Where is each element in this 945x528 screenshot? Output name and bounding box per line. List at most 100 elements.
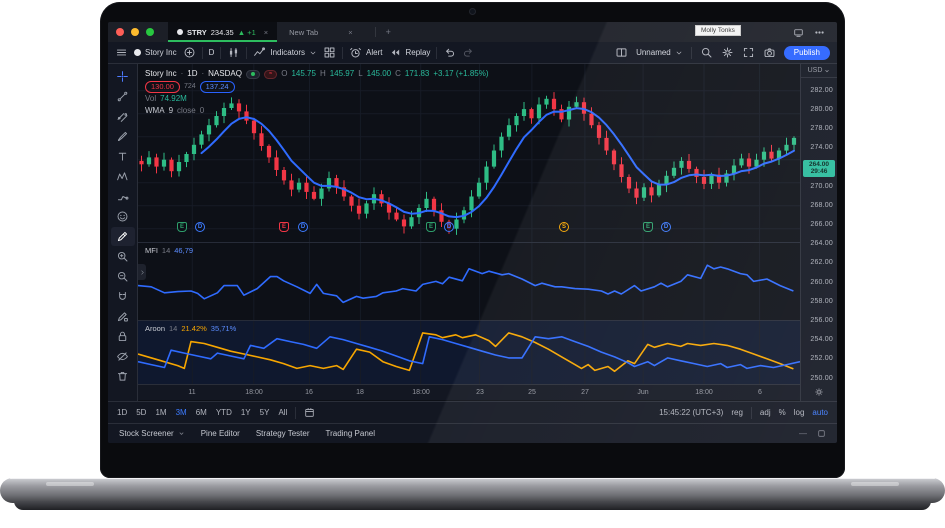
remove-drawings-tool[interactable] — [111, 367, 135, 386]
tab-stry[interactable]: STRY 234.35 ▲ +1 × — [168, 22, 278, 42]
emoji-tool[interactable] — [111, 207, 135, 226]
text-tool[interactable] — [111, 147, 135, 166]
aroon-legend[interactable]: Aroon 14 21.42% 35,71% — [145, 324, 236, 333]
trendline-tool[interactable] — [111, 87, 135, 106]
split-badge[interactable]: S — [559, 222, 569, 232]
stock-screener-button[interactable]: Stock Screener — [119, 429, 185, 438]
earnings-badge[interactable]: E — [643, 222, 653, 232]
price-level-high[interactable]: 137.24 — [199, 81, 235, 93]
channel-tool[interactable] — [111, 107, 135, 126]
dividend-badge[interactable]: D — [444, 222, 454, 232]
range-1y-button[interactable]: 1Y — [241, 408, 251, 417]
xabcd-pattern-tool[interactable] — [111, 167, 135, 186]
go-to-date-icon[interactable] — [304, 407, 315, 418]
publish-button[interactable]: Publish — [783, 45, 830, 60]
wma-label[interactable]: WMA — [145, 105, 165, 117]
tab-close-icon[interactable]: × — [264, 28, 268, 37]
mfi-panel[interactable]: MFI 14 46,79 — [138, 242, 800, 320]
aroon-panel[interactable]: Aroon 14 21.42% 35,71% — [138, 320, 800, 384]
maximize-window-button[interactable] — [146, 28, 154, 36]
clock[interactable]: 15:45:22 (UTC+3) — [659, 408, 723, 417]
dividend-badge[interactable]: D — [298, 222, 308, 232]
tab-new-tab[interactable]: New Tab × — [277, 28, 364, 37]
pine-editor-button[interactable]: Pine Editor — [201, 429, 240, 438]
range-5y-button[interactable]: 5Y — [260, 408, 270, 417]
user-name-tooltip: Molly Tonks — [695, 25, 741, 36]
alert-button[interactable]: Alert — [349, 46, 383, 59]
adjust-toggle[interactable]: adj — [760, 408, 771, 417]
percent-scale-toggle[interactable]: % — [779, 408, 786, 417]
menu-icon[interactable] — [115, 46, 128, 59]
range-3m-button[interactable]: 3M — [176, 408, 187, 417]
range-ytd-button[interactable]: YTD — [216, 408, 232, 417]
axis-settings-gear-icon[interactable] — [814, 387, 824, 399]
forecast-tool[interactable] — [111, 187, 135, 206]
auto-scale-toggle[interactable]: auto — [812, 408, 828, 417]
settings-gear-icon[interactable] — [721, 46, 734, 59]
indicator-templates-icon[interactable] — [323, 46, 336, 59]
earnings-badge[interactable]: E — [177, 222, 187, 232]
legend-symbol[interactable]: Story Inc — [145, 68, 177, 80]
earnings-miss-badge[interactable]: E — [279, 222, 289, 232]
magnet-tool[interactable] — [111, 287, 135, 306]
trading-panel-button[interactable]: Trading Panel — [326, 429, 376, 438]
price-axis[interactable]: USD 282.00 280.00 278.00 274.00 270.00 268.00… — [800, 64, 837, 401]
compare-add-icon[interactable] — [183, 46, 196, 59]
layout-name-button[interactable]: Unnamed — [636, 48, 683, 57]
redo-icon[interactable] — [462, 46, 475, 59]
more-options-icon[interactable] — [814, 27, 825, 38]
crosshair-tool[interactable] — [111, 67, 135, 86]
new-tab-button[interactable]: + — [386, 27, 391, 37]
time-axis[interactable]: 11 18:00 16 18 18:00 23 25 27 Jun 18:00 6 — [138, 384, 800, 400]
indicators-label: Indicators — [270, 48, 306, 57]
replay-button[interactable]: Replay — [389, 46, 430, 59]
price-panel[interactable]: Story Inc · 1D · NASDAQ ≈ O 145.75 H 145.9… — [138, 64, 800, 242]
dividend-badge[interactable]: D — [661, 222, 671, 232]
measure-tool[interactable] — [110, 227, 135, 246]
drawing-mode-tool[interactable] — [111, 307, 135, 326]
zoom-out-tool[interactable] — [111, 267, 135, 286]
tab-close-icon[interactable]: × — [348, 28, 352, 37]
time-tick: 18:00 — [412, 388, 430, 396]
fullscreen-icon[interactable] — [742, 46, 755, 59]
minimize-panel-icon[interactable]: — — [799, 429, 807, 438]
mfi-plot[interactable] — [138, 243, 800, 320]
close-window-button[interactable] — [116, 28, 124, 36]
session-label[interactable]: reg — [731, 408, 743, 417]
log-scale-toggle[interactable]: log — [794, 408, 805, 417]
restore-panel-icon[interactable] — [817, 429, 826, 438]
browser-tab-bar: STRY 234.35 ▲ +1 × New Tab × + Molly Ton… — [108, 22, 837, 42]
range-1m-button[interactable]: 1M — [155, 408, 166, 417]
snapshot-camera-icon[interactable] — [763, 46, 776, 59]
strategy-tester-button[interactable]: Strategy Tester — [256, 429, 310, 438]
hide-drawings-tool[interactable] — [111, 347, 135, 366]
range-5d-button[interactable]: 5D — [136, 408, 146, 417]
cast-icon[interactable] — [793, 27, 804, 38]
price-level-low[interactable]: 130.00 — [145, 81, 180, 93]
indicators-button[interactable]: Indicators — [253, 46, 317, 59]
symbol-logo — [134, 49, 141, 56]
range-1d-button[interactable]: 1D — [117, 408, 127, 417]
symbol-search-button[interactable]: Story Inc — [134, 48, 177, 57]
zoom-in-tool[interactable] — [111, 247, 135, 266]
search-icon[interactable] — [700, 46, 713, 59]
layout-select-icon[interactable] — [615, 46, 628, 59]
range-all-button[interactable]: All — [278, 408, 287, 417]
minimize-window-button[interactable] — [131, 28, 139, 36]
dividend-badge[interactable]: D — [195, 222, 205, 232]
time-tick: 18:00 — [245, 388, 263, 396]
undo-icon[interactable] — [443, 46, 456, 59]
earnings-badge[interactable]: E — [426, 222, 436, 232]
browser-window: STRY 234.35 ▲ +1 × New Tab × + Molly Ton… — [108, 22, 837, 443]
mfi-legend[interactable]: MFI 14 46,79 — [145, 246, 193, 255]
currency-selector[interactable]: USD — [801, 64, 837, 78]
volume-label[interactable]: Vol — [145, 93, 156, 105]
brush-tool[interactable] — [111, 127, 135, 146]
price-tick: 274.00 — [810, 144, 833, 152]
interval-button[interactable]: D — [209, 48, 215, 57]
collapse-toolbar-arrow[interactable] — [138, 264, 146, 280]
range-6m-button[interactable]: 6M — [196, 408, 207, 417]
chart-style-icon[interactable] — [227, 46, 240, 59]
lock-drawings-tool[interactable] — [111, 327, 135, 346]
aroon-plot[interactable] — [138, 321, 800, 384]
